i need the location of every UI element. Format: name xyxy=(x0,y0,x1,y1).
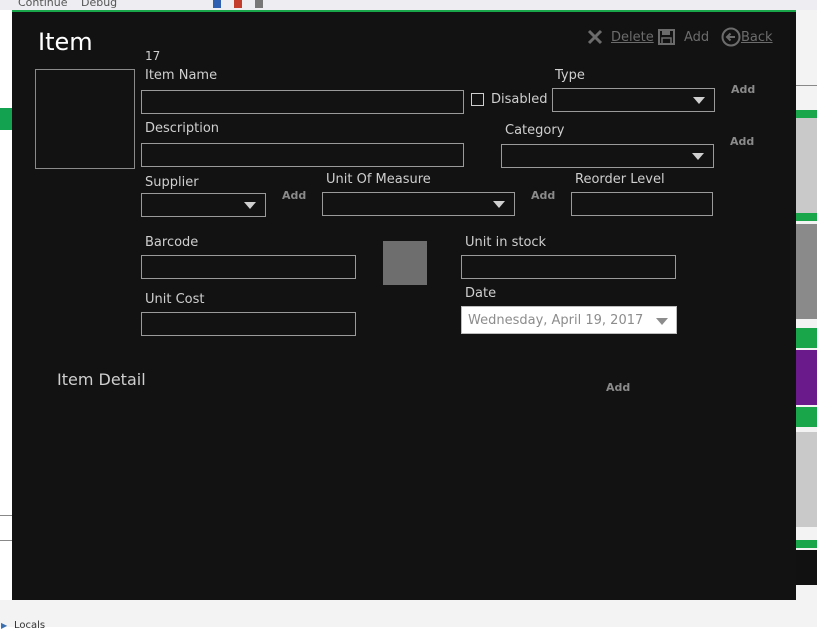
item-detail-add-button[interactable]: Add xyxy=(606,381,630,394)
type-label: Type xyxy=(555,68,585,83)
unit-in-stock-label: Unit in stock xyxy=(465,235,547,250)
disabled-checkbox[interactable] xyxy=(471,93,484,106)
back-arrow-circle-icon xyxy=(721,27,741,47)
locals-tab[interactable]: Locals xyxy=(14,620,45,631)
chevron-down-icon xyxy=(244,202,256,209)
category-label: Category xyxy=(505,123,565,138)
description-label: Description xyxy=(145,121,220,136)
unit-cost-label: Unit Cost xyxy=(145,292,205,307)
chevron-down-icon xyxy=(656,318,668,325)
dialog-accent-bar xyxy=(12,10,796,12)
divider xyxy=(0,540,12,541)
back-label: Back xyxy=(741,30,773,45)
supplier-label: Supplier xyxy=(145,175,199,190)
disabled-label: Disabled xyxy=(491,92,548,107)
date-picker[interactable]: Wednesday, April 19, 2017 xyxy=(461,306,677,334)
date-label: Date xyxy=(465,286,497,301)
chevron-down-icon xyxy=(692,153,704,160)
type-add-button[interactable]: Add xyxy=(731,83,755,96)
delete-label: Delete xyxy=(611,30,654,45)
barcode-input[interactable] xyxy=(141,255,356,279)
unit-cost-input[interactable] xyxy=(141,312,356,336)
debug-config-select[interactable]: Debug xyxy=(81,0,117,9)
item-dialog: Item 17 Delete Add Back Item Name Disabl… xyxy=(12,10,796,600)
page-title: Item xyxy=(38,28,93,56)
close-x-icon xyxy=(587,29,603,45)
stop-icon[interactable] xyxy=(234,0,242,8)
add-label: Add xyxy=(684,30,710,45)
divider xyxy=(0,515,12,516)
ide-left-indicator xyxy=(0,108,12,130)
toolbar-icon[interactable] xyxy=(213,0,221,8)
barcode-image xyxy=(383,241,427,285)
category-add-button[interactable]: Add xyxy=(730,135,754,148)
continue-button[interactable]: Continue xyxy=(18,0,67,9)
unit-of-measure-add-button[interactable]: Add xyxy=(531,189,555,202)
supplier-select[interactable] xyxy=(141,193,266,217)
unit-in-stock-input[interactable] xyxy=(461,255,676,279)
ide-toolbar: Continue Debug xyxy=(0,0,817,10)
unit-of-measure-select[interactable] xyxy=(322,192,515,216)
save-floppy-icon xyxy=(658,29,675,45)
unit-of-measure-label: Unit Of Measure xyxy=(326,172,431,187)
ide-bottom-panel xyxy=(0,600,817,627)
date-value: Wednesday, April 19, 2017 xyxy=(468,313,644,328)
item-image[interactable] xyxy=(35,69,135,169)
item-detail-title: Item Detail xyxy=(57,370,146,389)
barcode-label: Barcode xyxy=(145,235,199,250)
supplier-add-button[interactable]: Add xyxy=(282,189,306,202)
item-name-label: Item Name xyxy=(145,68,218,83)
description-input[interactable] xyxy=(141,143,464,167)
ide-right-thumbnails xyxy=(796,10,817,600)
item-name-input[interactable] xyxy=(141,90,464,114)
item-id: 17 xyxy=(145,49,161,63)
reorder-level-input[interactable] xyxy=(571,192,713,216)
category-select[interactable] xyxy=(501,144,714,168)
expand-arrow-icon[interactable]: ▶ xyxy=(1,621,7,630)
type-select[interactable] xyxy=(552,88,715,112)
toolbar-icon[interactable] xyxy=(255,0,263,8)
reorder-level-label: Reorder Level xyxy=(575,172,665,187)
chevron-down-icon xyxy=(493,201,505,208)
ide-toolbar-text: Continue Debug xyxy=(18,0,127,9)
chevron-down-icon xyxy=(693,97,705,104)
